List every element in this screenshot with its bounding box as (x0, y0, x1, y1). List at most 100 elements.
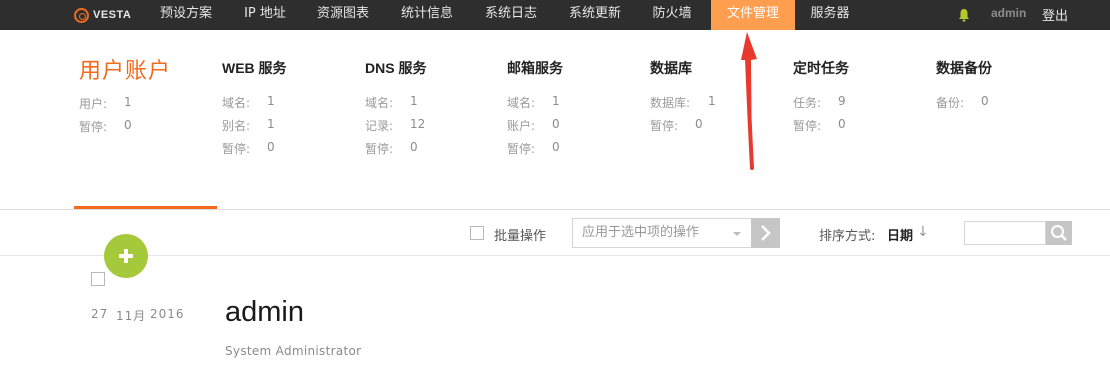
stat-web[interactable]: WEB 服务 域名: 1 别名: 1 暂停: 0 (222, 58, 287, 156)
stat-key: 暂停: (365, 142, 394, 156)
add-user-button[interactable] (104, 234, 148, 278)
stat-title[interactable]: 邮箱服务 (507, 58, 563, 78)
stat-value: 1 (552, 94, 560, 108)
stat-key: 暂停: (79, 120, 108, 134)
vesta-logo[interactable]: VESTA (74, 5, 131, 25)
stat-title[interactable]: DNS 服务 (365, 58, 426, 78)
stat-mail[interactable]: 邮箱服务 域名: 1 账户: 0 暂停: 0 (507, 58, 563, 156)
stat-key: 账户: (507, 119, 536, 133)
top-navigation-bar: VESTA 预设方案 IP 地址 资源图表 统计信息 系统日志 系统更新 防火墙… (0, 0, 1110, 30)
stat-row: 暂停: 0 (79, 118, 199, 141)
stat-row: 备份: 0 (936, 94, 1056, 117)
stat-title[interactable]: 数据库 (650, 58, 692, 78)
logo-text: VESTA (93, 9, 132, 21)
bulk-action-select-value: 应用于选中项的操作 (582, 225, 700, 240)
stat-row: 账户: 0 (507, 117, 627, 140)
stat-database[interactable]: 数据库 数据库: 1 暂停: 0 (650, 58, 716, 133)
stat-row: 暂停: 0 (507, 140, 627, 163)
item-date-day: 27 (91, 307, 109, 321)
stat-value: 9 (838, 94, 846, 108)
stat-title[interactable]: 用户账户 (79, 53, 171, 85)
stat-title[interactable]: WEB 服务 (222, 58, 287, 78)
stat-value: 1 (708, 94, 716, 108)
item-date-year: 2016 (150, 307, 185, 321)
stat-row: 暂停: 0 (793, 117, 913, 140)
search-input[interactable] (964, 221, 1046, 245)
divider (0, 255, 1110, 256)
stat-key: 暂停: (507, 142, 536, 156)
stat-row: 域名: 1 (222, 94, 342, 117)
sort-field-toggle[interactable]: 日期 (887, 225, 913, 244)
nav-item-stats[interactable]: 统计信息 (394, 0, 460, 30)
nav-item-logs[interactable]: 系统日志 (478, 0, 544, 30)
item-date-month: 11月 (116, 309, 147, 323)
current-user-link[interactable]: admin (991, 6, 1026, 20)
stat-key: 任务: (793, 96, 822, 110)
stat-row: 别名: 1 (222, 117, 342, 140)
stat-key: 暂停: (793, 119, 822, 133)
nav-item-firewall[interactable]: 防火墙 (646, 0, 698, 30)
apply-bulk-action-button[interactable] (751, 218, 780, 248)
stat-row: 记录: 12 (365, 117, 485, 140)
stat-value: 12 (410, 117, 426, 131)
stat-key: 域名: (222, 96, 251, 110)
stat-backup[interactable]: 数据备份 备份: 0 (936, 58, 992, 110)
nav-item-updates[interactable]: 系统更新 (562, 0, 628, 30)
stat-value: 0 (981, 94, 989, 108)
stat-value: 1 (410, 94, 418, 108)
chevron-right-icon (761, 225, 771, 241)
stat-row: 暂停: 0 (650, 117, 770, 140)
arrow-down-icon[interactable]: ↓ (917, 224, 929, 240)
stat-key: 暂停: (222, 142, 251, 156)
stat-row: 数据库: 1 (650, 94, 770, 117)
stat-value: 0 (695, 117, 703, 131)
search-button[interactable] (1046, 221, 1072, 245)
stat-key: 暂停: (650, 119, 679, 133)
stat-value: 0 (552, 117, 560, 131)
bulk-action-label[interactable]: 批量操作 (494, 225, 546, 244)
stat-value: 0 (267, 140, 275, 154)
stat-value: 1 (267, 117, 275, 131)
stat-key: 用户: (79, 97, 108, 111)
sort-label: 排序方式: (819, 229, 876, 244)
vesta-logo-icon (74, 7, 89, 23)
stat-row: 任务: 9 (793, 94, 913, 117)
stat-row: 域名: 1 (365, 94, 485, 117)
stat-user-accounts[interactable]: 用户账户 用户: 1 暂停: 0 (79, 53, 171, 134)
stat-title[interactable]: 定时任务 (793, 58, 849, 78)
stat-value: 0 (410, 140, 418, 154)
nav-item-graphs[interactable]: 资源图表 (310, 0, 376, 30)
stat-value: 1 (124, 95, 132, 109)
stat-row: 用户: 1 (79, 95, 199, 118)
stat-key: 备份: (936, 96, 965, 110)
nav-item-server[interactable]: 服务器 (804, 0, 856, 30)
stat-key: 域名: (507, 96, 536, 110)
bulk-action-select[interactable]: 应用于选中项的操作 (572, 218, 752, 248)
stat-key: 记录: (365, 119, 394, 133)
stat-dns[interactable]: DNS 服务 域名: 1 记录: 12 暂停: 0 (365, 58, 426, 156)
stat-row: 暂停: 0 (222, 140, 342, 163)
nav-item-ip[interactable]: IP 地址 (234, 0, 296, 30)
stat-row: 暂停: 0 (365, 140, 485, 163)
row-checkbox[interactable] (91, 272, 105, 286)
logout-link[interactable]: 登出 (1042, 5, 1068, 24)
stat-key: 域名: (365, 96, 394, 110)
stat-value: 1 (267, 94, 275, 108)
stat-value: 0 (124, 118, 132, 132)
stat-value: 0 (552, 140, 560, 154)
stat-key: 别名: (222, 119, 251, 133)
bell-icon[interactable] (958, 8, 970, 22)
stat-key: 数据库: (650, 96, 691, 110)
divider (0, 209, 1110, 210)
user-description: System Administrator (225, 344, 362, 358)
stat-value: 0 (838, 117, 846, 131)
dropdown-arrow-icon (733, 232, 741, 236)
nav-item-packages[interactable]: 预设方案 (150, 0, 222, 30)
stat-row: 域名: 1 (507, 94, 627, 117)
search-icon (1051, 225, 1067, 241)
stat-cron[interactable]: 定时任务 任务: 9 暂停: 0 (793, 58, 849, 133)
select-all-checkbox[interactable] (470, 226, 484, 240)
user-title[interactable]: admin (225, 296, 304, 329)
stat-title[interactable]: 数据备份 (936, 58, 992, 78)
nav-item-file-manager[interactable]: 文件管理 (711, 0, 795, 30)
